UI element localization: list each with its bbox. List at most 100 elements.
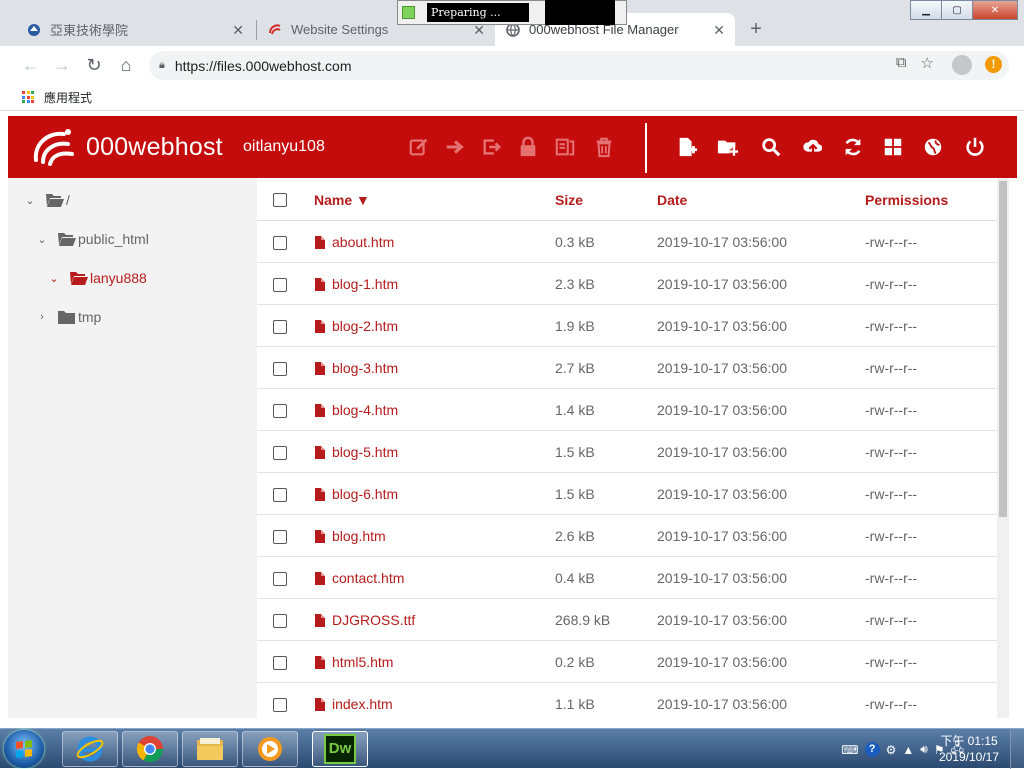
row-checkbox[interactable] bbox=[273, 530, 287, 544]
minimize-button[interactable]: ▁ bbox=[910, 0, 942, 20]
apps-grid-icon[interactable] bbox=[22, 91, 34, 103]
file-name-cell[interactable]: contact.htm bbox=[315, 570, 404, 586]
table-row[interactable]: blog-3.htm 2.7 kB 2019-10-17 03:56:00 -rw-r… bbox=[257, 347, 997, 389]
column-name[interactable]: Name ▼ bbox=[314, 192, 370, 208]
archive-icon[interactable] bbox=[552, 134, 578, 160]
trash-icon[interactable] bbox=[591, 134, 617, 160]
table-row[interactable]: html5.htm 0.2 kB 2019-10-17 03:56:00 -rw-r-… bbox=[257, 641, 997, 683]
row-checkbox[interactable] bbox=[273, 698, 287, 712]
table-row[interactable]: about.htm 0.3 kB 2019-10-17 03:56:00 -rw-r-… bbox=[257, 221, 997, 263]
move-icon[interactable] bbox=[442, 134, 468, 160]
table-row[interactable]: DJGROSS.ttf 268.9 kB 2019-10-17 03:56:00 -r… bbox=[257, 599, 997, 641]
chevron-down-icon[interactable]: ⌄ bbox=[48, 272, 60, 285]
exit-icon[interactable] bbox=[479, 134, 505, 160]
row-checkbox[interactable] bbox=[273, 614, 287, 628]
file-name-cell[interactable]: DJGROSS.ttf bbox=[315, 612, 415, 628]
select-all-checkbox[interactable] bbox=[273, 193, 287, 207]
power-icon[interactable] bbox=[962, 134, 988, 160]
upload-icon[interactable] bbox=[800, 134, 826, 160]
new-file-icon[interactable] bbox=[674, 134, 700, 160]
row-checkbox[interactable] bbox=[273, 572, 287, 586]
translate-icon[interactable]: ⧉ bbox=[896, 54, 907, 72]
row-checkbox[interactable] bbox=[273, 236, 287, 250]
taskbar-file-explorer[interactable] bbox=[182, 731, 238, 767]
table-row[interactable]: blog-1.htm 2.3 kB 2019-10-17 03:56:00 -rw-r… bbox=[257, 263, 997, 305]
chevron-down-icon[interactable]: ⌄ bbox=[24, 194, 36, 207]
new-tab-button[interactable]: + bbox=[745, 19, 767, 41]
taskbar-internet-explorer[interactable] bbox=[62, 731, 118, 767]
tree-item-root[interactable]: ⌄ / bbox=[24, 192, 70, 208]
close-tab-icon[interactable]: ✕ bbox=[232, 22, 244, 39]
file-permissions: -rw-r--r-- bbox=[865, 276, 918, 292]
address-bar[interactable]: 🔒︎ https://files.000webhost.com bbox=[149, 51, 1009, 80]
file-name-cell[interactable]: about.htm bbox=[315, 234, 394, 250]
globe-icon[interactable] bbox=[920, 134, 946, 160]
apps-shortcut-label[interactable]: 應用程式 bbox=[44, 89, 92, 106]
row-checkbox[interactable] bbox=[273, 446, 287, 460]
keyboard-icon[interactable]: ⌨ bbox=[841, 743, 858, 757]
profile-avatar[interactable] bbox=[952, 55, 972, 75]
table-row[interactable]: blog-6.htm 1.5 kB 2019-10-17 03:56:00 -rw-r… bbox=[257, 473, 997, 515]
chevron-right-icon[interactable]: › bbox=[36, 311, 48, 323]
taskbar-clock[interactable]: 下午 01:15 2019/10/17 bbox=[930, 733, 1008, 765]
reload-icon[interactable]: ↻ bbox=[83, 54, 105, 76]
column-date[interactable]: Date bbox=[657, 192, 687, 208]
file-name-cell[interactable]: blog-1.htm bbox=[315, 276, 398, 292]
maximize-button[interactable]: ▢ bbox=[941, 0, 973, 20]
brand-logo[interactable]: 000webhost bbox=[30, 126, 223, 168]
taskbar-chrome[interactable] bbox=[122, 731, 178, 767]
scrollbar-thumb[interactable] bbox=[999, 181, 1007, 517]
taskbar-dreamweaver[interactable]: Dw bbox=[312, 731, 368, 767]
file-name-cell[interactable]: blog-2.htm bbox=[315, 318, 398, 334]
bookmark-star-icon[interactable]: ☆ bbox=[921, 54, 934, 72]
file-name-cell[interactable]: blog-4.htm bbox=[315, 402, 398, 418]
row-checkbox[interactable] bbox=[273, 488, 287, 502]
show-hidden-icons-icon[interactable]: ▲ bbox=[902, 743, 914, 757]
start-button[interactable] bbox=[4, 730, 44, 768]
column-size[interactable]: Size bbox=[555, 192, 583, 208]
file-name-cell[interactable]: html5.htm bbox=[315, 654, 393, 670]
help-icon[interactable]: ? bbox=[864, 742, 880, 757]
table-row[interactable]: contact.htm 0.4 kB 2019-10-17 03:56:00 -rw-… bbox=[257, 557, 997, 599]
close-window-button[interactable]: ✕ bbox=[972, 0, 1018, 20]
file-name-cell[interactable]: blog.htm bbox=[315, 528, 386, 544]
file-date: 2019-10-17 03:56:00 bbox=[657, 528, 787, 544]
row-checkbox[interactable] bbox=[273, 362, 287, 376]
back-icon[interactable]: ← bbox=[20, 54, 42, 76]
forward-icon[interactable]: → bbox=[51, 54, 73, 76]
table-row[interactable]: blog-2.htm 1.9 kB 2019-10-17 03:56:00 -rw-r… bbox=[257, 305, 997, 347]
table-row[interactable]: blog-5.htm 1.5 kB 2019-10-17 03:56:00 -rw-r… bbox=[257, 431, 997, 473]
file-name-cell[interactable]: index.htm bbox=[315, 696, 393, 712]
home-icon[interactable]: ⌂ bbox=[115, 54, 137, 76]
table-row[interactable]: blog.htm 2.6 kB 2019-10-17 03:56:00 -rw-r--… bbox=[257, 515, 997, 557]
close-tab-icon[interactable]: ✕ bbox=[713, 22, 725, 39]
table-row[interactable]: blog-4.htm 1.4 kB 2019-10-17 03:56:00 -rw-r… bbox=[257, 389, 997, 431]
tree-item-tmp[interactable]: › tmp bbox=[36, 309, 101, 325]
row-checkbox[interactable] bbox=[273, 404, 287, 418]
edit-icon[interactable] bbox=[406, 134, 432, 160]
update-alert-icon[interactable]: ! bbox=[985, 56, 1002, 73]
grid-view-icon[interactable] bbox=[880, 134, 906, 160]
tree-item-public-html[interactable]: ⌄ public_html bbox=[36, 231, 148, 247]
row-checkbox[interactable] bbox=[273, 278, 287, 292]
file-list-scrollbar[interactable] bbox=[997, 178, 1009, 718]
tab-school[interactable]: 亞東技術學院 ✕ bbox=[16, 13, 254, 46]
app-icon bbox=[402, 6, 415, 19]
volume-icon[interactable]: 🔊︎ bbox=[920, 742, 928, 757]
show-desktop-button[interactable] bbox=[1010, 729, 1024, 769]
chevron-down-icon[interactable]: ⌄ bbox=[36, 233, 48, 246]
tree-item-lanyu888[interactable]: ⌄ lanyu888 bbox=[48, 270, 146, 286]
file-name-cell[interactable]: blog-5.htm bbox=[315, 444, 398, 460]
lock-icon[interactable] bbox=[515, 134, 541, 160]
settings-icon[interactable]: ⚙ bbox=[886, 743, 897, 757]
new-folder-icon[interactable] bbox=[715, 134, 741, 160]
row-checkbox[interactable] bbox=[273, 320, 287, 334]
table-row[interactable]: index.htm 1.1 kB 2019-10-17 03:56:00 -rw-r-… bbox=[257, 683, 997, 718]
column-permissions[interactable]: Permissions bbox=[865, 192, 948, 208]
search-icon[interactable] bbox=[758, 134, 784, 160]
refresh-icon[interactable] bbox=[840, 134, 866, 160]
file-name-cell[interactable]: blog-3.htm bbox=[315, 360, 398, 376]
file-name-cell[interactable]: blog-6.htm bbox=[315, 486, 398, 502]
row-checkbox[interactable] bbox=[273, 656, 287, 670]
taskbar-media-player[interactable] bbox=[242, 731, 298, 767]
